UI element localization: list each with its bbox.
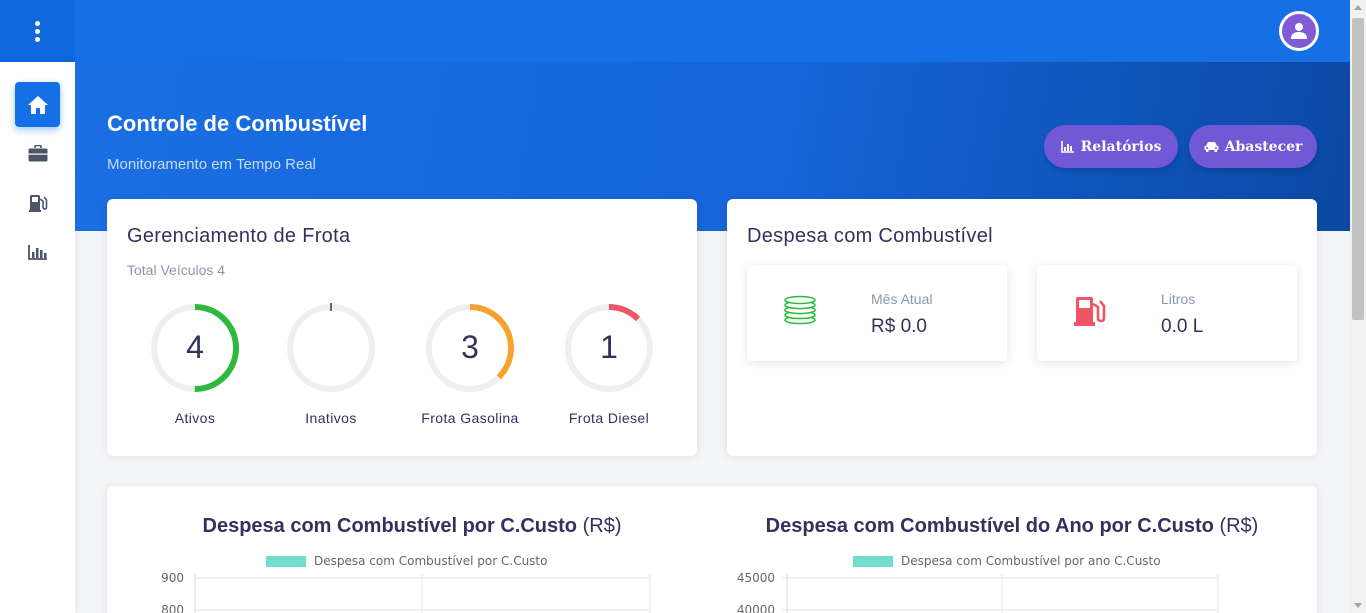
expense-card: Despesa com Combustível Mês Atual R$ 0.0…	[727, 199, 1317, 456]
chart-title-cost-center: Despesa com Combustível por C.Custo (R$)	[177, 515, 647, 538]
stat-label: Litros	[1161, 291, 1196, 307]
gauge-active: 4 Ativos	[149, 302, 241, 426]
gauge-diesel: 1 Frota Diesel	[563, 302, 655, 426]
bar-chart-icon	[27, 244, 47, 260]
gauge-value: 4	[186, 329, 204, 365]
menu-button[interactable]	[0, 0, 75, 62]
refuel-button[interactable]: Abastecer	[1189, 125, 1317, 168]
y-tick-label: 800	[161, 603, 184, 613]
stat-value: 0.0 L	[1161, 316, 1204, 337]
bar-chart-icon	[1060, 140, 1074, 153]
scrollbar-thumb[interactable]	[1352, 18, 1364, 320]
expense-card-title: Despesa com Combustível	[747, 225, 993, 247]
gauge-value: 3	[461, 329, 479, 365]
gas-pump-icon	[1074, 297, 1106, 326]
y-tick-label: 45000	[737, 571, 775, 585]
sidebar-item-fuel[interactable]	[15, 180, 60, 225]
sidebar	[0, 62, 75, 613]
user-avatar-button[interactable]	[1279, 11, 1319, 51]
scroll-down-icon[interactable]	[1354, 603, 1362, 608]
briefcase-icon	[28, 145, 47, 162]
gauge-ring	[287, 303, 375, 392]
sidebar-item-briefcase[interactable]	[15, 131, 60, 176]
refuel-button-label: Abastecer	[1224, 138, 1303, 155]
chart-axes-year-cost-center: 45000 40000	[737, 571, 1219, 613]
stat-current-month: Mês Atual R$ 0.0	[747, 265, 1007, 361]
vertical-dots-icon	[35, 20, 40, 42]
legend-label: Despesa com Combustível por ano C.Custo	[901, 554, 1161, 568]
gauge-label: Inativos	[305, 410, 357, 426]
fleet-card-title: Gerenciamento de Frota	[127, 225, 351, 247]
chart-title-unit: (R$)	[582, 515, 622, 537]
sidebar-item-home[interactable]	[15, 82, 60, 127]
legend-swatch	[853, 555, 893, 567]
gauge-gasoline: 3 Frota Gasolina	[421, 302, 518, 426]
chart-legend-year-cost-center[interactable]: Despesa com Combustível por ano C.Custo	[853, 554, 1161, 568]
page-scrollbar[interactable]	[1350, 0, 1366, 613]
stat-label: Mês Atual	[871, 291, 933, 307]
gauge-label: Ativos	[174, 410, 216, 426]
reports-button[interactable]: Relatórios	[1044, 125, 1178, 168]
legend-swatch	[266, 555, 306, 567]
sidebar-item-reports[interactable]	[15, 229, 60, 274]
coins-icon	[784, 295, 816, 325]
page-subtitle: Monitoramento em Tempo Real	[107, 156, 316, 173]
home-icon	[27, 95, 48, 114]
page-title: Controle de Combustível	[107, 111, 368, 136]
stat-value: R$ 0.0	[871, 316, 927, 337]
reports-button-label: Relatórios	[1080, 138, 1162, 155]
chart-legend-cost-center[interactable]: Despesa com Combustível por C.Custo	[266, 554, 547, 568]
gauge-inactive: Inativos	[285, 302, 377, 426]
gas-pump-icon	[28, 194, 47, 212]
gauge-label: Frota Diesel	[568, 410, 650, 426]
fleet-card: Gerenciamento de Frota Total Veículos 4 …	[107, 199, 697, 456]
y-tick-label: 40000	[737, 603, 775, 613]
gauge-label: Frota Gasolina	[421, 410, 519, 426]
chart-title-text: Despesa com Combustível por C.Custo	[202, 515, 578, 537]
scroll-up-icon[interactable]	[1354, 5, 1362, 10]
y-tick-label: 900	[161, 571, 184, 585]
top-navbar	[0, 0, 1350, 62]
stat-liters: Litros 0.0 L	[1037, 265, 1297, 361]
gauge-value: 1	[600, 329, 618, 365]
chart-title-unit: (R$)	[1219, 515, 1259, 537]
chart-title-year-cost-center: Despesa com Combustível do Ano por C.Cus…	[752, 515, 1272, 538]
car-icon	[1204, 142, 1219, 152]
total-vehicles: Total Veículos 4	[127, 262, 226, 278]
legend-label: Despesa com Combustível por C.Custo	[314, 554, 548, 568]
chart-title-text: Despesa com Combustível do Ano por C.Cus…	[765, 515, 1214, 537]
chart-axes-cost-center: 900 800	[161, 571, 651, 613]
user-icon	[1291, 23, 1307, 39]
